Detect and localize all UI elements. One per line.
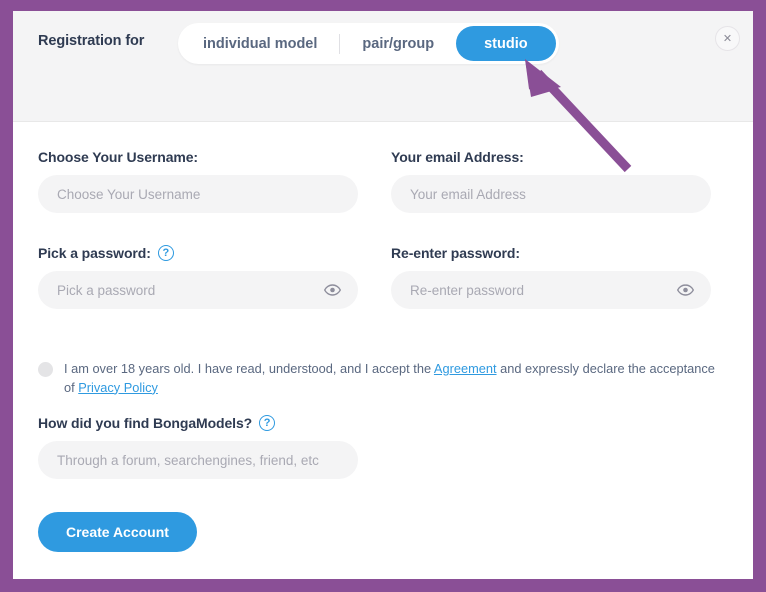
agreement-text: I am over 18 years old. I have read, und… bbox=[64, 360, 719, 397]
agreement-link[interactable]: Agreement bbox=[434, 361, 497, 376]
tab-individual-model[interactable]: individual model bbox=[181, 26, 339, 61]
password-input[interactable] bbox=[38, 271, 358, 309]
create-account-button[interactable]: Create Account bbox=[38, 512, 197, 553]
password-confirm-label-text: Re-enter password: bbox=[391, 245, 520, 261]
field-group-username: Choose Your Username: bbox=[38, 149, 358, 213]
password-confirm-input[interactable] bbox=[391, 271, 711, 309]
email-label: Your email Address: bbox=[391, 149, 711, 165]
password-help-icon[interactable]: ? bbox=[157, 245, 174, 261]
username-input-wrap bbox=[38, 175, 358, 213]
registration-for-label: Registration for bbox=[38, 33, 145, 49]
referral-input-wrap bbox=[38, 441, 358, 480]
username-label: Choose Your Username: bbox=[38, 149, 358, 165]
password-confirm-input-wrap bbox=[391, 271, 711, 309]
close-icon[interactable]: ✕ bbox=[715, 26, 740, 51]
field-group-email: Your email Address: bbox=[391, 149, 711, 213]
username-label-text: Choose Your Username: bbox=[38, 149, 198, 165]
field-group-password-confirm: Re-enter password: bbox=[391, 245, 711, 309]
referral-help-icon[interactable]: ? bbox=[259, 415, 276, 432]
email-label-text: Your email Address: bbox=[391, 149, 524, 165]
username-input[interactable] bbox=[38, 175, 358, 213]
dialog-header: Registration for individual model pair/g… bbox=[13, 11, 753, 122]
password-reveal-eye-icon[interactable] bbox=[324, 284, 341, 296]
password-label-text: Pick a password: bbox=[38, 245, 151, 261]
registration-type-tabs: individual model pair/group studio bbox=[178, 23, 559, 64]
email-input-wrap bbox=[391, 175, 711, 213]
registration-form: Choose Your Username: Your email Address… bbox=[13, 149, 753, 579]
password-confirm-reveal-eye-icon[interactable] bbox=[677, 284, 694, 296]
password-confirm-label: Re-enter password: bbox=[391, 245, 711, 261]
password-label: Pick a password: ? bbox=[38, 245, 358, 261]
privacy-policy-link[interactable]: Privacy Policy bbox=[78, 380, 158, 395]
agreement-checkbox[interactable] bbox=[38, 362, 53, 377]
tab-pair-group[interactable]: pair/group bbox=[340, 26, 456, 61]
agreement-row: I am over 18 years old. I have read, und… bbox=[38, 360, 728, 397]
tab-studio[interactable]: studio bbox=[456, 26, 556, 61]
referral-label-text: How did you find BongaModels? bbox=[38, 415, 253, 432]
referral-input[interactable] bbox=[38, 441, 358, 480]
referral-label: How did you find BongaModels? ? bbox=[38, 415, 728, 432]
agreement-text-part1: I am over 18 years old. I have read, und… bbox=[64, 361, 434, 376]
field-group-referral: How did you find BongaModels? ? bbox=[38, 415, 728, 480]
form-row-passwords: Pick a password: ? Re-enter password: bbox=[38, 245, 728, 309]
password-input-wrap bbox=[38, 271, 358, 309]
field-group-password: Pick a password: ? bbox=[38, 245, 358, 309]
email-input[interactable] bbox=[391, 175, 711, 213]
form-row-credentials: Choose Your Username: Your email Address… bbox=[38, 149, 728, 213]
registration-dialog: Registration for individual model pair/g… bbox=[13, 11, 753, 579]
